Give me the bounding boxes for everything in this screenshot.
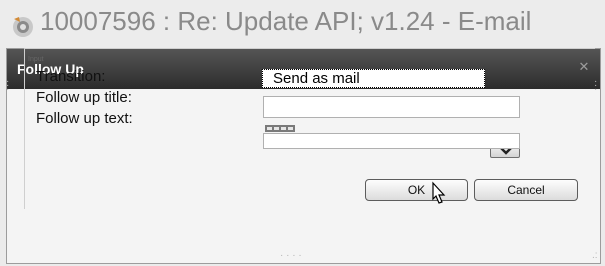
followup-title-label: Follow up title: [36, 89, 132, 106]
transition-label: Transition: [36, 68, 106, 85]
resize-grip-left[interactable]: · · · [6, 77, 9, 95]
html-editor-toolbar-icon[interactable] [265, 125, 295, 132]
input-group-legend: Input [28, 56, 44, 63]
resize-grip-right[interactable]: · · · [594, 77, 597, 95]
email-app-icon [13, 17, 33, 37]
window-header: 10007596 : Re: Update API; v1.24 - E-mai… [0, 0, 605, 48]
resize-grip-bottom[interactable]: · · · · [280, 251, 302, 261]
ok-button[interactable]: OK [365, 179, 468, 201]
followup-text-input[interactable] [263, 133, 520, 149]
transition-select-value: Send as mail [273, 70, 360, 87]
followup-text-label: Follow up text: [36, 110, 133, 127]
followup-title-input[interactable] [263, 96, 520, 118]
window-title: 10007596 : Re: Update API; v1.24 - E-mai… [40, 6, 532, 36]
transition-select[interactable]: Send as mail [262, 69, 520, 158]
resize-grip-corner[interactable]: .: [592, 251, 598, 261]
mouse-pointer-icon [432, 181, 446, 204]
cancel-button[interactable]: Cancel [474, 179, 578, 201]
